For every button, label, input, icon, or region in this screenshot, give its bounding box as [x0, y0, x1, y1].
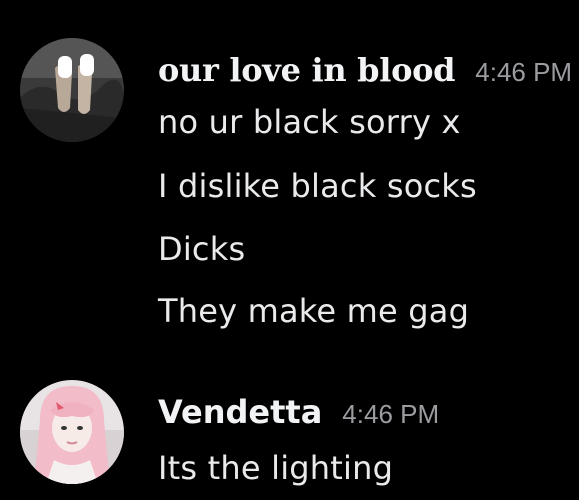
message-header: Vendetta 4:46 PM: [158, 390, 439, 434]
avatar-photo-icon: [20, 38, 124, 142]
avatar[interactable]: [20, 380, 124, 484]
message-text: Dicks: [158, 230, 246, 268]
username[interactable]: our love in blood: [158, 48, 456, 92]
username[interactable]: Vendetta: [158, 390, 322, 434]
avatar-photo-icon: [20, 380, 124, 484]
avatar[interactable]: [20, 38, 124, 142]
timestamp[interactable]: 4:46 PM: [342, 399, 439, 430]
message-header: our love in blood 4:46 PM: [158, 48, 572, 92]
timestamp[interactable]: 4:46 PM: [475, 57, 572, 88]
message-text: They make me gag: [158, 292, 470, 330]
message-text: Its the lighting: [158, 449, 394, 487]
message-text: I dislike black socks: [158, 167, 477, 205]
message-text: no ur black sorry x: [158, 103, 461, 141]
